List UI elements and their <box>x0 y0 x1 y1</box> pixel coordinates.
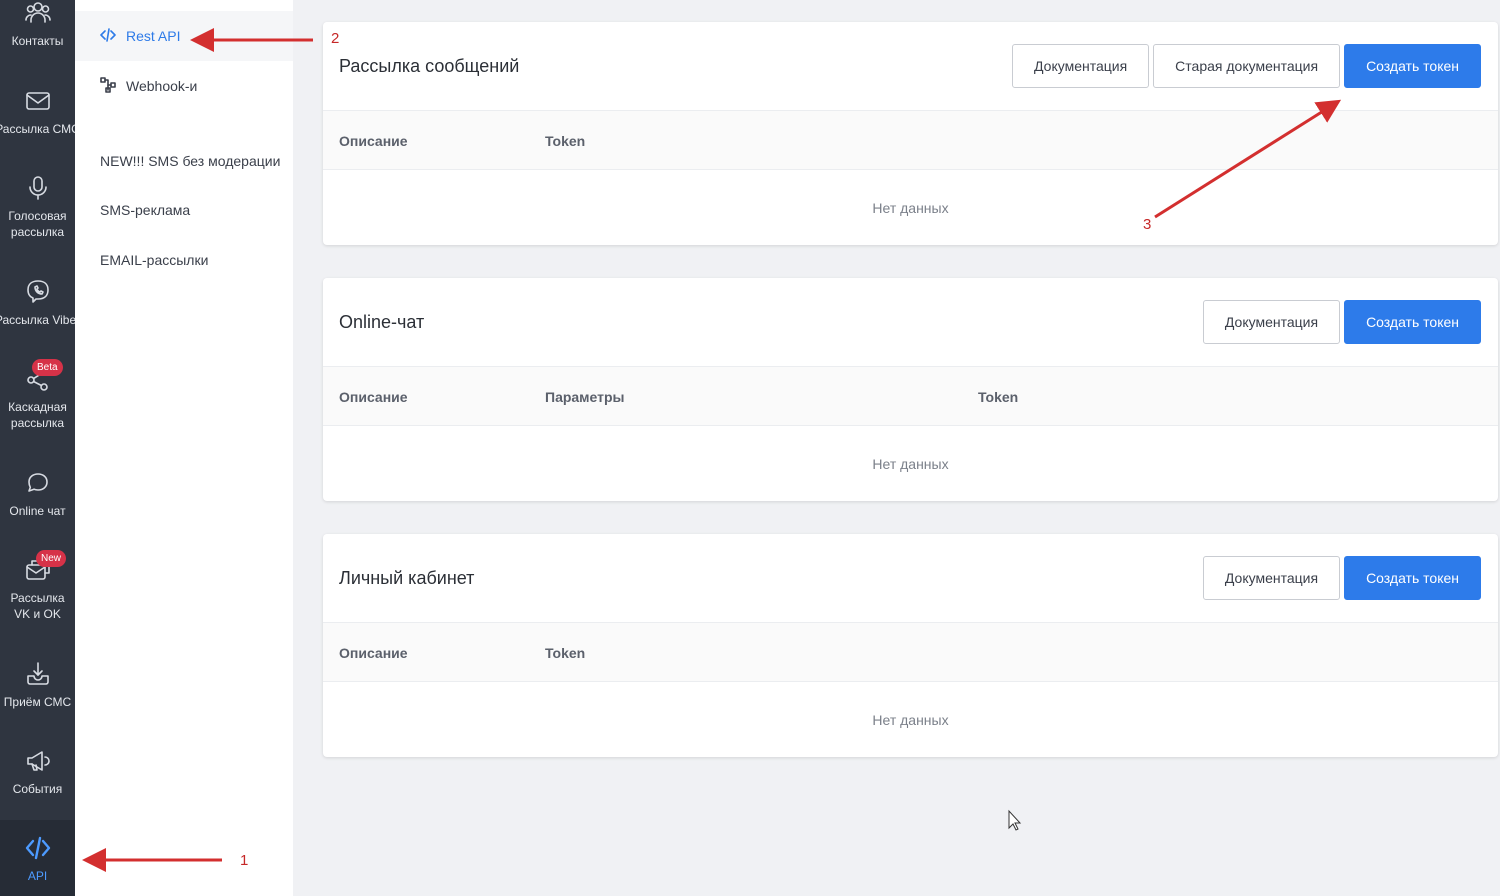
empty-state: Нет данных <box>872 712 949 728</box>
nav-voice-mailing[interactable]: Голосовая рассылка <box>0 173 75 240</box>
submenu-label: EMAIL-рассылки <box>100 252 209 268</box>
submenu-label: Rest API <box>126 28 181 44</box>
inbox-download-icon <box>23 659 53 689</box>
card-online-chat: Online-чат Документация Создать токен Оп… <box>323 278 1498 501</box>
column-header: Token <box>978 389 1019 405</box>
submenu-sms-no-moderation[interactable]: NEW!!! SMS без модерации <box>75 136 293 186</box>
nav-label: Контакты <box>11 34 64 48</box>
annotation-number-2: 2 <box>331 30 340 47</box>
table-body: Нет данных <box>323 170 1498 245</box>
column-header: Token <box>545 645 586 661</box>
beta-badge: Beta <box>32 359 63 376</box>
submenu-sms-ads[interactable]: SMS-реклама <box>75 185 293 235</box>
submenu-label: NEW!!! SMS без модерации <box>100 153 281 169</box>
annotation-number-1: 1 <box>240 852 249 869</box>
empty-state: Нет данных <box>872 200 949 216</box>
card-title: Online-чат <box>339 312 425 332</box>
mail-icon <box>23 86 53 116</box>
column-header: Описание <box>339 645 408 661</box>
nav-sms-mailing[interactable]: Рассылка СМС <box>0 86 75 137</box>
documentation-button[interactable]: Документация <box>1202 556 1341 600</box>
table-body: Нет данных <box>323 426 1498 501</box>
empty-state: Нет данных <box>872 456 949 472</box>
nav-label: События <box>12 782 63 796</box>
table-header: Описание Token <box>323 623 1498 682</box>
create-token-button[interactable]: Создать токен <box>1344 300 1481 344</box>
card-messaging: Рассылка сообщений Документация Старая д… <box>323 22 1498 245</box>
nav-contacts[interactable]: Контакты <box>0 0 75 49</box>
nav-api[interactable]: API <box>0 820 75 896</box>
webhook-icon <box>100 77 118 95</box>
nav-viber-mailing[interactable]: Рассылка Viber <box>0 277 75 328</box>
column-header: Token <box>545 133 586 149</box>
create-token-button[interactable]: Создать токен <box>1344 44 1481 88</box>
nav-online-chat[interactable]: Online чат <box>0 468 75 519</box>
main-nav-rail: Контакты Рассылка СМС Голосовая рассылка… <box>0 0 75 896</box>
submenu-email-mailing[interactable]: EMAIL-рассылки <box>75 235 293 285</box>
nav-label: API <box>27 869 48 883</box>
viber-icon <box>23 277 53 307</box>
nav-vk-ok-mailing[interactable]: Рассылка VK и OK <box>0 555 75 622</box>
nav-label: Online чат <box>9 504 66 518</box>
new-badge: New <box>36 550 67 567</box>
table-header: Описание Token <box>323 111 1498 170</box>
nav-label: Приём СМС <box>3 695 72 709</box>
mouse-cursor-icon <box>1008 809 1022 831</box>
microphone-icon <box>23 173 53 203</box>
card-personal-account: Личный кабинет Документация Создать токе… <box>323 534 1498 757</box>
megaphone-icon <box>23 746 53 776</box>
code-icon <box>100 27 118 45</box>
nav-receive-sms[interactable]: Приём СМС <box>0 659 75 710</box>
submenu-rest-api[interactable]: Rest API <box>75 11 293 61</box>
documentation-button[interactable]: Документация <box>1202 300 1341 344</box>
nav-events[interactable]: События <box>0 746 75 797</box>
api-submenu: Rest API Webhook-и NEW!!! SMS без модера… <box>75 0 293 896</box>
column-header: Параметры <box>545 389 625 405</box>
nav-label: Рассылка VK и OK <box>10 591 65 621</box>
create-token-button[interactable]: Создать токен <box>1344 556 1481 600</box>
chat-icon <box>23 468 53 498</box>
code-icon <box>23 833 53 863</box>
documentation-button[interactable]: Документация <box>1012 44 1150 88</box>
column-header: Описание <box>339 133 408 149</box>
submenu-webhooks[interactable]: Webhook-и <box>75 61 293 111</box>
old-documentation-button[interactable]: Старая документация <box>1153 44 1341 88</box>
nav-label: Голосовая рассылка <box>8 209 67 239</box>
submenu-label: SMS-реклама <box>100 202 191 218</box>
table-body: Нет данных <box>323 682 1498 757</box>
annotation-number-3: 3 <box>1143 216 1152 233</box>
contacts-icon <box>23 0 53 28</box>
nav-label: Рассылка Viber <box>0 313 75 327</box>
card-title: Рассылка сообщений <box>339 56 520 76</box>
card-title: Личный кабинет <box>339 568 475 588</box>
submenu-label: Webhook-и <box>126 78 198 94</box>
table-header: Описание Параметры Token <box>323 367 1498 426</box>
column-header: Описание <box>339 389 408 405</box>
nav-label: Рассылка СМС <box>0 122 75 136</box>
nav-label: Каскадная рассылка <box>8 400 67 430</box>
